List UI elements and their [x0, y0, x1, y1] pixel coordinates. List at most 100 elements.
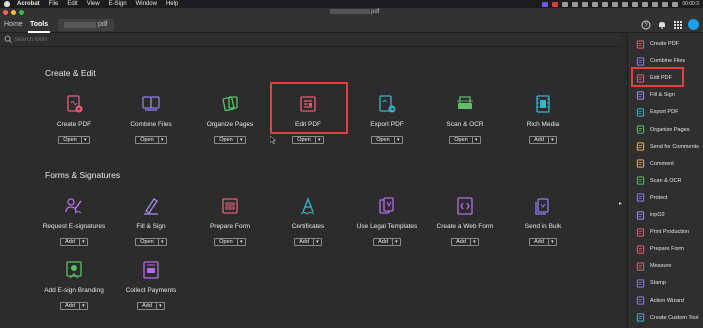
panel-item-print-production[interactable]: Print Production [636, 225, 702, 239]
tool-use-legal-templates[interactable]: Use Legal Templates Add ▾ [347, 196, 427, 248]
menu-app-acrobat[interactable]: Acrobat [17, 0, 40, 8]
panel-item-measure[interactable]: Measure [636, 259, 702, 273]
tool-action-button[interactable]: Add ▾ [529, 238, 557, 246]
chevron-down-icon[interactable]: ▾ [314, 239, 321, 245]
chevron-down-icon[interactable]: ▾ [393, 239, 400, 245]
tool-action-button[interactable]: Open ▾ [449, 136, 481, 144]
chevron-down-icon[interactable]: ▾ [159, 137, 166, 143]
status-app-icon[interactable] [572, 1, 579, 7]
close-window-button[interactable] [3, 10, 8, 15]
tool-action-label[interactable]: Add [138, 303, 157, 309]
apps-grid-icon[interactable] [672, 19, 683, 30]
tool-action-button[interactable]: Open ▾ [58, 136, 90, 144]
help-icon[interactable]: ? [640, 19, 651, 30]
tool-action-button[interactable]: Add ▾ [137, 302, 165, 310]
panel-item-organize-pages[interactable]: Organize Pages [636, 123, 702, 137]
menu-clock[interactable]: 00:00:3 [682, 1, 699, 7]
tab-home[interactable]: Home [4, 17, 23, 33]
tool-action-label[interactable]: Add [452, 239, 471, 245]
panel-item-fill-sign[interactable]: Fill & Sign [636, 88, 702, 102]
chevron-down-icon[interactable]: ▾ [80, 303, 87, 309]
menu-view[interactable]: View [87, 0, 100, 8]
tool-organize-pages[interactable]: Organize Pages Open ▾ [190, 94, 270, 146]
panel-item-send-for-comments[interactable]: Send for Comments [636, 140, 702, 154]
status-app-icon[interactable] [632, 1, 639, 7]
tool-action-button[interactable]: Add ▾ [529, 136, 557, 144]
tool-scan-ocr[interactable]: Scan & OCR Open ▾ [425, 94, 505, 146]
tool-action-label[interactable]: Open [372, 137, 395, 143]
chevron-down-icon[interactable]: ▾ [80, 239, 87, 245]
tool-action-button[interactable]: Open ▾ [371, 136, 403, 144]
apple-icon[interactable] [4, 1, 10, 7]
panel-item-prepare-form[interactable]: Prepare Form [636, 242, 702, 256]
panel-item-combine-files[interactable]: Combine Files [636, 54, 702, 68]
tab-tools[interactable]: Tools [27, 17, 51, 33]
chevron-down-icon[interactable]: ▾ [549, 239, 556, 245]
chevron-down-icon[interactable]: ▾ [238, 239, 245, 245]
panel-item-inpo2[interactable]: inpO2 [636, 208, 702, 222]
tool-certificates[interactable]: Certificates Add ▾ [268, 196, 348, 248]
chevron-down-icon[interactable]: ▾ [471, 239, 478, 245]
menu-file[interactable]: File [49, 0, 59, 8]
status-app-icon[interactable] [612, 1, 619, 7]
tool-action-label[interactable]: Add [295, 239, 314, 245]
tool-action-button[interactable]: Open ▾ [135, 238, 167, 246]
tool-action-label[interactable]: Open [450, 137, 473, 143]
tool-action-label[interactable]: Add [61, 303, 80, 309]
tool-add-e-sign-branding[interactable]: Add E-sign Branding Add ▾ [34, 260, 114, 312]
chevron-down-icon[interactable]: ▾ [395, 137, 402, 143]
status-app-icon[interactable] [672, 1, 679, 7]
tool-action-button[interactable]: Add ▾ [60, 302, 88, 310]
tool-action-button[interactable]: Add ▾ [294, 238, 322, 246]
status-record-icon[interactable] [552, 1, 559, 7]
tool-action-label[interactable]: Open [293, 137, 316, 143]
collapse-panel-icon[interactable]: ▸ [619, 200, 622, 207]
tool-action-button[interactable]: Open ▾ [135, 136, 167, 144]
chevron-down-icon[interactable]: ▾ [473, 137, 480, 143]
tool-action-button[interactable]: Open ▾ [292, 136, 324, 144]
status-app-icon[interactable] [662, 1, 669, 7]
tool-request-e-signatures[interactable]: Request E-signatures Add ▾ [34, 196, 114, 248]
tool-action-button[interactable]: Add ▾ [373, 238, 401, 246]
tool-prepare-form[interactable]: Prepare Form Open ▾ [190, 196, 270, 248]
avatar[interactable] [688, 19, 699, 30]
tool-action-button[interactable]: Add ▾ [60, 238, 88, 246]
tool-action-label[interactable]: Add [530, 137, 549, 143]
menu-window[interactable]: Window [136, 0, 157, 8]
chevron-down-icon[interactable]: ▾ [82, 137, 89, 143]
tool-action-button[interactable]: Add ▾ [451, 238, 479, 246]
menu-esign[interactable]: E-Sign [109, 0, 127, 8]
menu-edit[interactable]: Edit [67, 0, 77, 8]
zoom-window-button[interactable] [19, 10, 24, 15]
chevron-down-icon[interactable]: ▾ [316, 137, 323, 143]
tool-send-in-bulk[interactable]: Send in Bulk Add ▾ [503, 196, 583, 248]
chevron-down-icon[interactable]: ▾ [549, 137, 556, 143]
minimize-window-button[interactable] [11, 10, 16, 15]
tool-action-label[interactable]: Open [136, 239, 159, 245]
tool-export-pdf[interactable]: Export PDF Open ▾ [347, 94, 427, 146]
tool-action-label[interactable]: Open [215, 137, 238, 143]
chevron-down-icon[interactable]: ▾ [238, 137, 245, 143]
chevron-down-icon[interactable]: ▾ [157, 303, 164, 309]
status-app-icon[interactable] [642, 1, 649, 7]
tool-combine-files[interactable]: Combine Files Open ▾ [111, 94, 191, 146]
panel-item-export-pdf[interactable]: Export PDF [636, 105, 702, 119]
tool-create-pdf[interactable]: Create PDF Open ▾ [34, 94, 114, 146]
tool-fill-sign[interactable]: Fill & Sign Open ▾ [111, 196, 191, 248]
status-app-icon[interactable] [592, 1, 599, 7]
tool-rich-media[interactable]: Rich Media Add ▾ [503, 94, 583, 146]
status-app-icon[interactable] [562, 1, 569, 7]
tool-action-button[interactable]: Open ▾ [214, 136, 246, 144]
tab-document[interactable]: pdf [58, 19, 114, 31]
panel-item-scan-ocr[interactable]: Scan & OCR [636, 174, 702, 188]
status-app-icon[interactable] [542, 1, 549, 7]
tool-action-label[interactable]: Open [59, 137, 82, 143]
panel-item-create-custom-tool[interactable]: Create Custom Tool [636, 311, 702, 325]
search-input[interactable] [14, 35, 214, 45]
tool-action-button[interactable]: Open ▾ [214, 238, 246, 246]
panel-item-stamp[interactable]: Stamp [636, 276, 702, 290]
tool-action-label[interactable]: Add [61, 239, 80, 245]
panel-item-action-wizard[interactable]: Action Wizard [636, 294, 702, 308]
tool-action-label[interactable]: Add [530, 239, 549, 245]
panel-item-protect[interactable]: Protect [636, 191, 702, 205]
